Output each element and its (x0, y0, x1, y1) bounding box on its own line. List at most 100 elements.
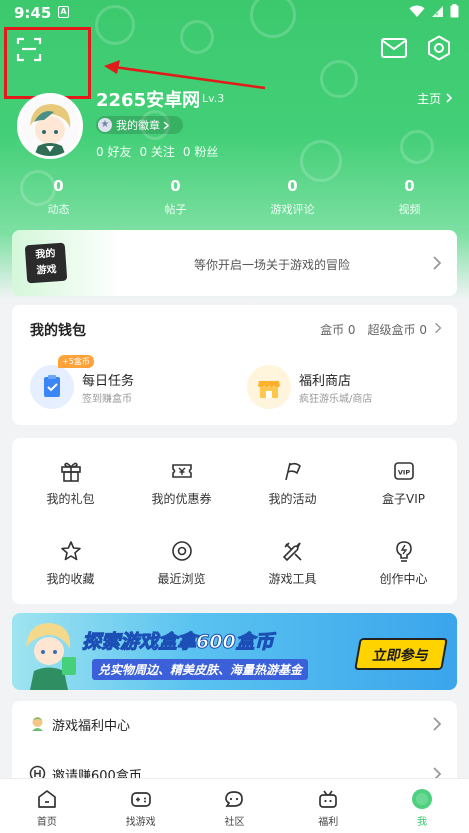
stats-row: 0 动态 0 帖子 0 游戏评论 0 视频 (0, 177, 469, 217)
username[interactable]: 2265安卓网 (96, 86, 200, 112)
daily-task-subtitle: 签到赚盒币 (82, 394, 132, 405)
welfare-shop-icon[interactable] (247, 365, 291, 409)
nav-me[interactable]: 我 (375, 779, 469, 833)
stat-label: 帖子 (164, 203, 187, 216)
tools-icon (282, 542, 302, 562)
stat-game-reviews[interactable]: 0 游戏评论 (234, 177, 351, 217)
me-icon (412, 789, 433, 809)
badge-label: 我的徽章 (116, 119, 160, 132)
nav-label: 找游戏 (125, 817, 156, 828)
stat-posts-feed[interactable]: 0 动态 (0, 177, 117, 217)
coins-balance: 盒币 0 (320, 323, 356, 337)
daily-task-title[interactable]: 每日任务 (82, 370, 134, 389)
settings-icon[interactable] (426, 35, 452, 61)
wifi-icon (409, 5, 425, 17)
followers-count[interactable]: 0 粉丝 (183, 143, 218, 160)
grid-item-tools[interactable]: 游戏工具 (237, 540, 348, 587)
banner-character-image (26, 623, 76, 690)
nav-label: 我 (417, 817, 428, 828)
stat-threads[interactable]: 0 帖子 (117, 177, 234, 217)
signal-icon (432, 5, 443, 17)
wallet-balances[interactable]: 盒币 0 超级盒币 0 (320, 321, 427, 338)
welfare-shop-subtitle: 疯狂游乐城/商店 (299, 394, 373, 405)
join-now-button[interactable]: 立即参与 (354, 638, 448, 670)
eye-icon (171, 541, 192, 561)
social-counts: 0 好友 0 关注 0 粉丝 (96, 143, 218, 160)
daily-task-icon[interactable] (30, 365, 74, 409)
grid-label: 我的优惠券 (151, 492, 212, 506)
nav-find-games[interactable]: 找游戏 (94, 779, 188, 833)
user-level: Lv.3 (202, 92, 225, 105)
svg-text:VIP: VIP (397, 469, 409, 477)
nav-label: 首页 (36, 817, 57, 828)
feature-grid: 我的礼包 我的优惠券 我的活动 VIP 盒子VIP 我的收藏 最近浏览 游戏工具… (12, 438, 457, 604)
nav-label: 福利 (318, 817, 339, 828)
grid-item-creator-center[interactable]: 创作中心 (348, 540, 459, 587)
nav-welfare[interactable]: 福利 (281, 779, 375, 833)
stat-value: 0 (287, 177, 298, 195)
avatar-character-image (20, 96, 80, 156)
welfare-center-icon (32, 717, 43, 731)
homepage-label: 主页 (417, 92, 442, 106)
wallet-title: 我的钱包 (30, 323, 86, 339)
super-coins-balance: 超级盒币 0 (367, 323, 427, 337)
grid-label: 我的收藏 (46, 572, 95, 586)
gamepad-icon (130, 792, 151, 807)
grid-label: 创作中心 (379, 572, 428, 586)
pattern-decoration (320, 60, 358, 98)
stat-label: 视频 (398, 203, 421, 216)
grid-item-history[interactable]: 最近浏览 (126, 540, 237, 587)
friends-count[interactable]: 0 好友 (96, 143, 131, 160)
nav-community[interactable]: 社区 (188, 779, 282, 833)
pattern-decoration (400, 130, 434, 164)
avatar[interactable] (17, 93, 83, 159)
coupon-icon (171, 464, 192, 478)
chevron-right-icon (433, 717, 442, 731)
chevron-right-icon (446, 93, 453, 103)
grid-label: 盒子VIP (382, 492, 425, 506)
nav-home[interactable]: 首页 (0, 779, 94, 833)
my-games-logo-line1: 我的 (35, 248, 56, 261)
stat-videos[interactable]: 0 视频 (351, 177, 468, 217)
grid-label: 我的礼包 (46, 492, 95, 506)
annotation-highlight-box (4, 27, 91, 99)
star-icon (60, 541, 81, 561)
status-time: 9:45 (14, 4, 52, 22)
battery-icon (450, 4, 459, 18)
coin-reward-tag: +5盒币 (58, 355, 94, 368)
community-icon (225, 791, 244, 807)
stat-label: 动态 (47, 203, 70, 216)
chevron-right-icon (163, 120, 169, 130)
grid-item-activities[interactable]: 我的活动 (237, 460, 348, 507)
chevron-right-icon (435, 322, 442, 334)
status-notification-icon: A (58, 6, 69, 18)
home-icon (38, 790, 56, 808)
my-games-text: 等你开启一场关于游戏的冒险 (194, 258, 351, 272)
welfare-shop-title[interactable]: 福利商店 (299, 370, 351, 389)
banner-subtitle: 兑实物周边、精美皮肤、海量热游基金 (92, 659, 309, 680)
list-item-welfare-center[interactable]: 游戏福利中心 (12, 701, 457, 745)
my-games-card[interactable]: 我的 游戏 等你开启一场关于游戏的冒险 (12, 230, 457, 296)
bulb-icon (395, 541, 412, 562)
grid-item-gifts[interactable]: 我的礼包 (15, 460, 126, 507)
bottom-nav: 首页 找游戏 社区 福利 我 (0, 778, 469, 833)
badge-star-icon: ★ (98, 118, 112, 132)
grid-label: 最近浏览 (157, 572, 206, 586)
store-icon (258, 381, 280, 398)
grid-item-coupons[interactable]: 我的优惠券 (126, 460, 237, 507)
my-games-logo: 我的 游戏 (24, 242, 68, 284)
homepage-link[interactable]: 主页 (417, 90, 453, 107)
stat-value: 0 (170, 177, 181, 195)
stat-label: 游戏评论 (270, 203, 315, 216)
mail-icon[interactable] (381, 38, 407, 58)
grid-item-vip[interactable]: VIP 盒子VIP (348, 460, 459, 507)
wallet-card: 我的钱包 盒币 0 超级盒币 0 +5盒币 每日任务 签到赚盒币 福利商店 疯狂… (12, 305, 457, 425)
promo-banner[interactable]: 探索游戏盒拿600盒币 兑实物周边、精美皮肤、海量热游基金 立即参与 (12, 613, 457, 690)
status-bar: 9:45 A (0, 0, 469, 28)
grid-item-favorites[interactable]: 我的收藏 (15, 540, 126, 587)
following-count[interactable]: 0 关注 (139, 143, 174, 160)
my-badges-button[interactable]: ★ 我的徽章 (96, 116, 183, 134)
welfare-icon (319, 790, 338, 808)
grid-label: 我的活动 (268, 492, 317, 506)
stat-value: 0 (404, 177, 415, 195)
